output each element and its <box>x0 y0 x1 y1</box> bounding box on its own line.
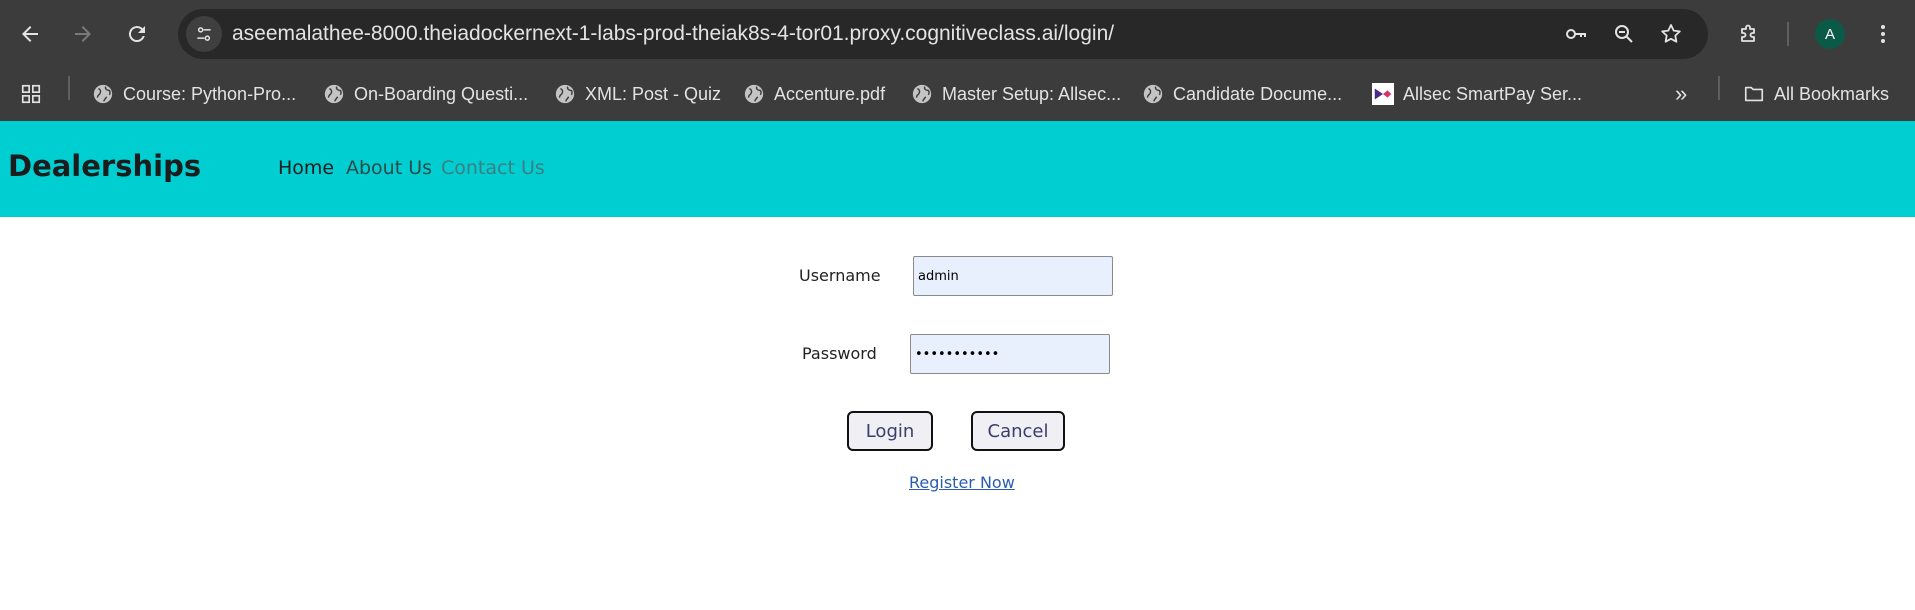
globe-icon <box>1143 84 1163 104</box>
username-label: Username <box>799 266 881 285</box>
allsec-logo-icon <box>1372 83 1394 105</box>
reload-button[interactable] <box>117 14 157 54</box>
globe-icon <box>744 84 764 104</box>
bookmark-label: Candidate Docume... <box>1173 83 1343 104</box>
forward-button[interactable] <box>63 14 103 54</box>
chevron-double-right-icon: » <box>1675 81 1688 106</box>
site-navbar: Dealerships Home About Us Contact Us <box>0 121 1915 217</box>
bookmark-label: Accenture.pdf <box>774 83 886 104</box>
password-input[interactable] <box>910 334 1110 374</box>
arrow-left-icon <box>22 26 38 42</box>
all-bookmarks-button[interactable]: All Bookmarks <box>1743 78 1889 110</box>
back-button[interactable] <box>10 14 50 54</box>
puzzle-icon <box>1741 24 1755 42</box>
kebab-menu-icon <box>1881 25 1885 43</box>
globe-icon <box>555 84 575 104</box>
star-icon <box>1661 24 1681 43</box>
bookmark-label: XML: Post - Quiz <box>585 83 722 104</box>
site-info-button[interactable] <box>186 16 222 52</box>
apps-grid-icon <box>21 84 41 104</box>
apps-button[interactable] <box>20 78 42 110</box>
folder-icon <box>1744 86 1764 102</box>
browser-chrome: aseemalathee-8000.theiadockernext-1-labs… <box>0 0 1915 121</box>
nav-link-about[interactable]: About Us <box>346 157 432 179</box>
browser-menu-button[interactable] <box>1863 14 1903 54</box>
username-input[interactable] <box>913 256 1113 296</box>
profile-avatar[interactable]: A <box>1815 19 1845 49</box>
bookmarks-overflow-button[interactable]: » <box>1675 78 1687 110</box>
bookmark-item[interactable]: Accenture.pdf <box>743 78 885 110</box>
toolbar-divider <box>1787 22 1789 46</box>
bookmark-label: Master Setup: Allsec... <box>942 83 1122 104</box>
nav-link-contact[interactable]: Contact Us <box>441 157 545 179</box>
bookmarks-divider <box>68 76 70 100</box>
bookmark-label: Allsec SmartPay Ser... <box>1403 83 1583 104</box>
password-key-button[interactable] <box>1562 20 1590 48</box>
bookmark-item[interactable]: Master Setup: Allsec... <box>911 78 1121 110</box>
extensions-button[interactable] <box>1729 14 1769 54</box>
zoom-button[interactable] <box>1610 20 1638 48</box>
globe-icon <box>324 84 344 104</box>
bookmark-item[interactable]: On-Boarding Questi... <box>323 78 528 110</box>
reload-icon <box>128 26 145 43</box>
zoom-out-icon <box>1615 25 1633 43</box>
arrow-right-icon <box>75 26 91 42</box>
cancel-button[interactable]: Cancel <box>971 411 1065 451</box>
bookmark-item[interactable]: Allsec SmartPay Ser... <box>1372 78 1582 110</box>
browser-toolbar: aseemalathee-8000.theiadockernext-1-labs… <box>0 0 1915 68</box>
bookmark-item[interactable]: XML: Post - Quiz <box>554 78 721 110</box>
key-icon <box>1566 29 1586 39</box>
address-bar[interactable]: aseemalathee-8000.theiadockernext-1-labs… <box>178 9 1708 59</box>
bookmark-label: Course: Python-Pro... <box>123 83 297 104</box>
login-button[interactable]: Login <box>847 411 933 451</box>
bookmark-star-button[interactable] <box>1657 20 1685 48</box>
globe-icon <box>912 84 932 104</box>
bookmarks-bar: Course: Python-Pro... On-Boarding Questi… <box>0 68 1915 121</box>
all-bookmarks-label: All Bookmarks <box>1774 83 1890 104</box>
password-label: Password <box>802 344 877 363</box>
tune-icon <box>197 27 211 41</box>
bookmark-item[interactable]: Candidate Docume... <box>1142 78 1342 110</box>
register-link[interactable]: Register Now <box>909 473 1015 492</box>
bookmarks-divider <box>1718 76 1720 100</box>
bookmark-item[interactable]: Course: Python-Pro... <box>92 78 296 110</box>
nav-link-home[interactable]: Home <box>278 157 334 179</box>
globe-icon <box>93 84 113 104</box>
url-text[interactable]: aseemalathee-8000.theiadockernext-1-labs… <box>232 9 1114 59</box>
site-brand[interactable]: Dealerships <box>8 149 201 183</box>
bookmark-label: On-Boarding Questi... <box>354 83 529 104</box>
